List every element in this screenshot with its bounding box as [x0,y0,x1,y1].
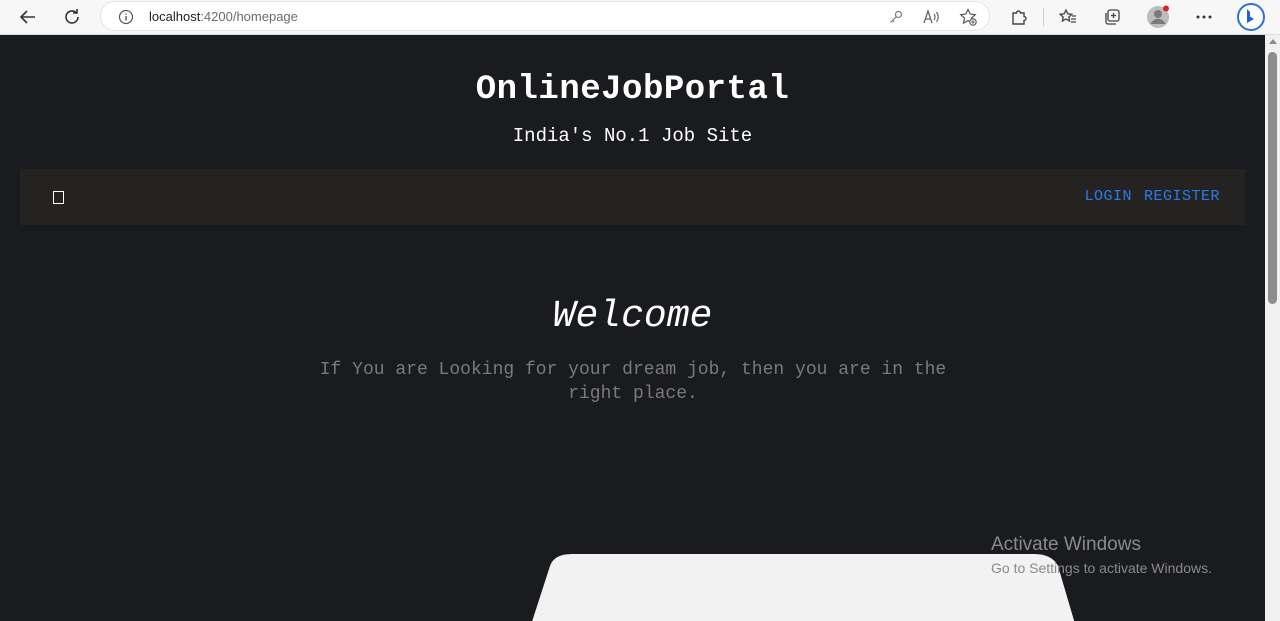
info-icon[interactable] [118,9,134,30]
favorites-button[interactable] [1054,3,1082,31]
refresh-icon [65,9,79,24]
extensions-button[interactable] [1005,3,1033,31]
collections-button[interactable] [1098,3,1126,31]
site-title: OnlineJobPortal [475,71,790,109]
nav-links: LOGIN REGISTER [1084,188,1220,205]
collections-icon [1105,9,1120,25]
url-path: :4200/homepage [200,9,298,24]
read-aloud-icon[interactable] [922,7,942,27]
watermark-title: Activate Windows [991,534,1141,555]
windows-activation-watermark: Activate Windows Go to Settings to activ… [991,533,1212,579]
avatar-icon [1147,5,1169,28]
welcome-heading: Welcome [552,295,713,338]
register-link[interactable]: REGISTER [1144,188,1220,205]
puzzle-icon [1012,10,1027,25]
scroll-thumb[interactable] [1268,52,1277,304]
address-bar[interactable]: localhost:4200/homepage [100,1,990,31]
menu-toggle-icon[interactable] [53,191,64,204]
add-favorite-icon[interactable] [958,7,978,27]
profile-button[interactable] [1144,3,1172,31]
url-host: localhost [149,9,201,24]
ellipsis-icon [1196,15,1212,19]
refresh-button[interactable] [57,3,87,31]
watermark-subtitle: Go to Settings to activate Windows. [991,560,1212,576]
vertical-scrollbar[interactable] [1265,35,1280,621]
key-icon[interactable] [886,7,906,27]
bing-button[interactable] [1236,3,1266,31]
browser-toolbar: localhost:4200/homepage [0,0,1280,35]
back-button[interactable] [13,3,43,31]
welcome-lead: If You are Looking for your dream job, t… [319,360,947,404]
url-text[interactable]: localhost:4200/homepage [149,9,298,24]
more-button[interactable] [1190,3,1218,31]
toolbar-separator [1043,8,1044,26]
site-tagline: India's No.1 Job Site [512,125,753,147]
arrow-left-icon [19,10,35,24]
main-navbar: LOGIN REGISTER [20,169,1245,225]
favorites-star-icon [1059,8,1076,23]
bing-icon [1237,3,1265,31]
scroll-up-arrow-icon[interactable] [1269,39,1277,44]
login-link[interactable]: LOGIN [1084,188,1132,205]
